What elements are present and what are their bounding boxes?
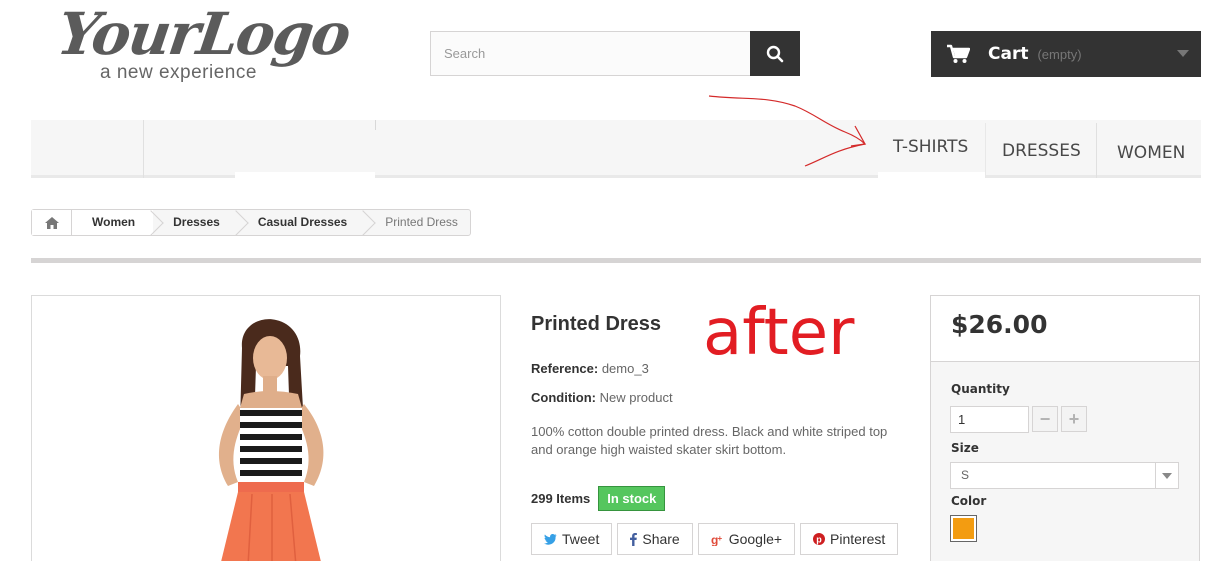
product-price: $26.00 (951, 310, 1048, 339)
quantity-increase-button[interactable]: + (1061, 406, 1087, 432)
twitter-icon (544, 533, 557, 545)
condition-value: New product (599, 390, 673, 405)
section-divider (31, 258, 1201, 263)
logo-script: YourLogo (53, 0, 354, 68)
svg-text:p: p (816, 535, 822, 545)
share-label: Share (642, 531, 680, 547)
search-bar (430, 31, 800, 76)
menu-item-dresses[interactable]: DRESSES (1002, 141, 1081, 161)
breadcrumb-item[interactable]: Women (72, 210, 154, 235)
swatch-fill (953, 518, 974, 539)
product-reference: Reference: demo_3 (531, 361, 649, 376)
size-value: S (961, 468, 970, 482)
cart-button[interactable]: Cart (empty) (931, 31, 1201, 77)
quantity-input[interactable] (950, 406, 1029, 433)
site-logo[interactable]: YourLogo a new experience (53, 0, 353, 86)
menu-item-tshirts[interactable]: T-SHIRTS (893, 137, 968, 157)
chevron-down-icon (1155, 463, 1178, 488)
share-button[interactable]: Share (617, 523, 693, 555)
menu-edge (1207, 137, 1217, 167)
menu-gap (235, 172, 375, 178)
stock-badge: In stock (598, 486, 666, 511)
product-photo (32, 296, 500, 561)
google-plus-button[interactable]: g + Google+ (697, 523, 796, 555)
search-button[interactable] (750, 31, 800, 76)
items-count: 299 Items (531, 491, 591, 506)
buy-box: $26.00 Quantity − + Size S Color (930, 295, 1200, 561)
pinterest-button[interactable]: p Pinterest (800, 523, 899, 555)
breadcrumb-home[interactable] (32, 210, 72, 235)
svg-text:+: + (717, 534, 722, 543)
home-icon (44, 216, 59, 229)
social-share: Tweet Share g + Google+ p Pinterest (531, 523, 899, 555)
color-label: Color (951, 494, 987, 508)
menu-divider (1096, 123, 1097, 178)
condition-label: Condition: (531, 390, 596, 405)
product-image[interactable] (31, 295, 501, 561)
breadcrumb: Women Dresses Casual Dresses Printed Dre… (31, 209, 471, 236)
cart-label: Cart (988, 44, 1029, 64)
pinterest-label: Pinterest (830, 531, 886, 547)
annotation-label: after (703, 296, 855, 370)
color-swatch-orange[interactable] (950, 515, 977, 542)
menu-active-underline (878, 172, 985, 178)
main-menu: T-SHIRTS DRESSES WOMEN (31, 120, 1217, 178)
breadcrumb-current: Printed Dress (385, 215, 458, 229)
search-input[interactable] (430, 31, 750, 76)
cart-status: (empty) (1037, 46, 1082, 62)
pinterest-icon: p (813, 533, 826, 545)
breadcrumb-item[interactable]: Dresses (153, 210, 238, 235)
quantity-decrease-button[interactable]: − (1032, 406, 1058, 432)
chevron-down-icon (1177, 50, 1189, 57)
quantity-label: Quantity (951, 382, 1010, 396)
tweet-label: Tweet (562, 531, 600, 547)
reference-value: demo_3 (601, 361, 649, 376)
google-plus-icon: g + (711, 533, 723, 546)
menu-item-women[interactable]: WOMEN (1117, 143, 1185, 163)
facebook-icon (630, 532, 638, 546)
menu-divider (375, 120, 376, 130)
product-description: 100% cotton double printed dress. Black … (531, 424, 888, 457)
logo-tagline: a new experience (100, 62, 257, 83)
size-label: Size (951, 441, 979, 455)
reference-label: Reference: (531, 361, 599, 376)
menu-divider (985, 123, 986, 178)
shopping-cart-icon (947, 44, 970, 63)
price-area: $26.00 (931, 296, 1199, 362)
availability: 299 Items In stock (531, 486, 666, 511)
menu-divider (143, 120, 144, 178)
search-icon (766, 45, 784, 62)
breadcrumb-item[interactable]: Casual Dresses (238, 210, 365, 235)
google-plus-label: Google+ (728, 531, 783, 547)
product-condition: Condition: New product (531, 390, 673, 405)
size-select[interactable]: S (950, 462, 1179, 489)
product-name: Printed Dress (531, 313, 662, 335)
tweet-button[interactable]: Tweet (531, 523, 613, 555)
annotation-arrow (708, 95, 867, 167)
